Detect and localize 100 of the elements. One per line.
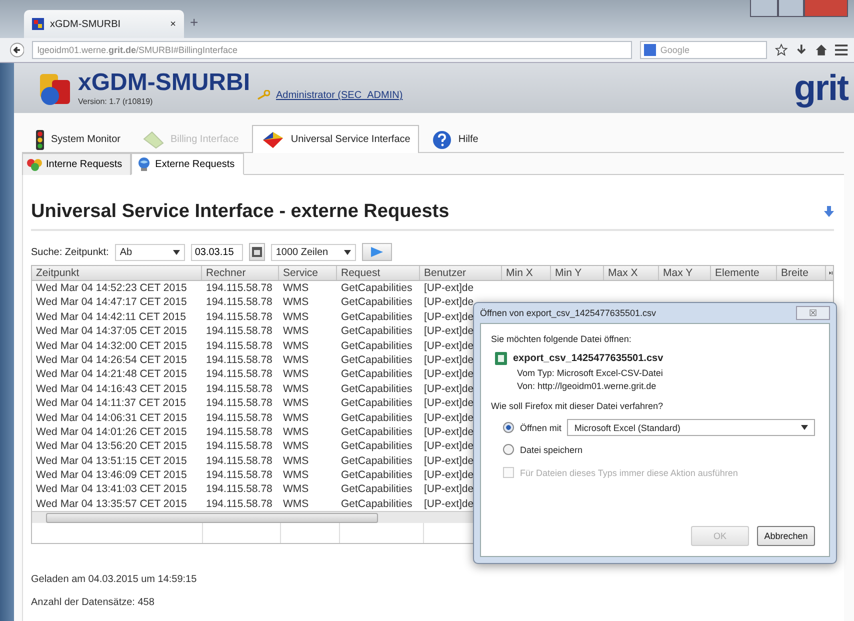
date-field[interactable]: 03.03.15 bbox=[190, 244, 243, 260]
close-tab-button[interactable]: × bbox=[170, 18, 176, 30]
table-cell: GetCapabilities bbox=[341, 469, 412, 482]
file-type: Vom Typ: Microsoft Excel-CSV-Datei bbox=[516, 368, 664, 378]
column-header[interactable]: Min Y bbox=[551, 266, 604, 280]
table-cell: [UP-ext]de bbox=[424, 296, 474, 308]
table-cell: WMS bbox=[283, 412, 309, 424]
user-link[interactable]: Administrator (SEC_ADMIN) bbox=[276, 90, 403, 101]
dialog-button[interactable]: Abbrechen bbox=[757, 526, 815, 546]
globe-icon bbox=[136, 157, 152, 171]
dialog-intro: Sie möchten folgende Datei öffnen: bbox=[491, 334, 632, 344]
table-cell: GetCapabilities bbox=[341, 426, 412, 438]
table-cell: WMS bbox=[283, 397, 309, 410]
table-cell: [UP-ext]de bbox=[424, 325, 474, 338]
download-arrow-icon[interactable] bbox=[824, 206, 834, 218]
table-cell: 194.115.58.78 bbox=[206, 498, 272, 510]
column-header[interactable]: Breite bbox=[777, 266, 826, 280]
column-header[interactable]: Rechner bbox=[202, 266, 279, 280]
home-icon[interactable] bbox=[814, 43, 828, 57]
table-cell: GetCapabilities bbox=[341, 296, 412, 308]
column-header[interactable]: Service bbox=[279, 266, 337, 280]
option-label[interactable]: Datei speichern bbox=[520, 444, 583, 454]
column-header[interactable]: Max Y bbox=[659, 266, 711, 280]
table-cell: 194.115.58.78 bbox=[206, 426, 272, 438]
table-cell: WMS bbox=[283, 310, 309, 323]
new-tab-button[interactable]: + bbox=[190, 14, 198, 30]
calendar-icon bbox=[252, 247, 262, 257]
menu-icon[interactable] bbox=[835, 44, 848, 56]
radio-button[interactable] bbox=[503, 422, 514, 433]
table-cell: WMS bbox=[283, 440, 309, 452]
table-cell: 194.115.58.78 bbox=[206, 440, 272, 452]
column-header[interactable]: Request bbox=[337, 266, 420, 280]
option-label[interactable]: Öffnen mit bbox=[520, 422, 562, 432]
tab-title: xGDM-SMURBI bbox=[50, 18, 122, 30]
star-icon[interactable] bbox=[775, 43, 788, 57]
table-cell: GetCapabilities bbox=[341, 368, 412, 380]
table-cell: 194.115.58.78 bbox=[206, 454, 272, 467]
table-cell: [UP-ext]de bbox=[424, 382, 474, 395]
column-header[interactable]: Benutzer bbox=[420, 266, 502, 280]
radio-button[interactable] bbox=[503, 444, 514, 455]
table-cell: GetCapabilities bbox=[341, 325, 412, 338]
table-cell: WMS bbox=[283, 454, 309, 467]
table-cell: [UP-ext]de bbox=[424, 498, 474, 510]
key-icon bbox=[256, 90, 270, 100]
file-source: Von: http://lgeoidm01.werne.grit.de bbox=[516, 381, 658, 391]
table-cell: GetCapabilities bbox=[341, 483, 412, 496]
column-header[interactable]: Zeitpunkt bbox=[32, 266, 202, 280]
caret-icon bbox=[801, 425, 808, 430]
table-cell: [UP-ext]de bbox=[424, 397, 474, 410]
table-cell: 194.115.58.78 bbox=[206, 412, 272, 424]
column-header[interactable]: Elemente bbox=[711, 266, 777, 280]
close-button[interactable]: ☒ bbox=[796, 306, 830, 320]
help-icon bbox=[432, 130, 452, 150]
table-cell: WMS bbox=[283, 498, 309, 510]
back-icon[interactable] bbox=[10, 42, 24, 58]
table-cell: Wed Mar 04 14:06:31 CET 2015 bbox=[36, 412, 187, 424]
table-cell: Wed Mar 04 14:32:00 CET 2015 bbox=[36, 340, 187, 352]
table-cell: WMS bbox=[283, 354, 309, 366]
table-cell: Wed Mar 04 14:11:37 CET 2015 bbox=[36, 397, 186, 410]
table-cell: 194.115.58.78 bbox=[206, 354, 272, 366]
table-cell: GetCapabilities bbox=[341, 382, 412, 395]
browser-tab[interactable]: xGDM-SMURBI × bbox=[24, 10, 184, 38]
table-cell: WMS bbox=[283, 368, 309, 380]
caret-icon bbox=[344, 250, 351, 254]
column-header[interactable]: Max X bbox=[604, 266, 659, 280]
table-cell: Wed Mar 04 13:41:03 CET 2015 bbox=[36, 483, 187, 496]
table-cell: [UP-ext]de bbox=[424, 469, 474, 482]
address-field[interactable]: lgeoidm01.werne.grit.de/SMURBI#BillingInterface bbox=[32, 41, 632, 59]
table-cell: WMS bbox=[283, 382, 309, 395]
table-cell: Wed Mar 04 14:52:23 CET 2015 bbox=[36, 282, 187, 294]
app-name: xGDM-SMURBI bbox=[78, 70, 250, 94]
calendar-button[interactable] bbox=[248, 243, 265, 261]
table-cell: GetCapabilities bbox=[341, 354, 412, 366]
table-cell: [UP-ext]de bbox=[424, 340, 474, 352]
main-tab[interactable]: Universal Service Interface bbox=[252, 125, 420, 153]
rows-select[interactable]: 1000 Zeilen bbox=[270, 244, 356, 260]
sub-tab[interactable]: Externe Requests bbox=[131, 153, 244, 175]
search-engine-icon bbox=[644, 44, 656, 56]
column-header[interactable]: Min X bbox=[502, 266, 551, 280]
traffic-light-icon bbox=[35, 130, 45, 150]
download-icon[interactable] bbox=[796, 43, 807, 57]
table-cell: Wed Mar 04 14:26:54 CET 2015 bbox=[36, 354, 187, 366]
sub-tab[interactable]: Interne Requests bbox=[22, 153, 132, 175]
table-cell: WMS bbox=[283, 340, 309, 352]
search-field[interactable]: Google bbox=[640, 41, 768, 59]
table-cell: Wed Mar 04 14:01:26 CET 2015 bbox=[36, 426, 187, 438]
main-tab[interactable]: Hilfe bbox=[423, 125, 488, 153]
minimize-button[interactable] bbox=[750, 0, 778, 17]
table-cell: [UP-ext]de bbox=[424, 282, 474, 294]
search-label: Suche: Zeitpunkt: bbox=[31, 246, 109, 258]
table-cell: 194.115.58.78 bbox=[206, 296, 272, 308]
table-cell: GetCapabilities bbox=[341, 454, 412, 467]
application-select[interactable]: Microsoft Excel (Standard) bbox=[567, 419, 815, 436]
table-cell: WMS bbox=[283, 469, 309, 482]
table-cell: GetCapabilities bbox=[341, 310, 412, 323]
maximize-button[interactable] bbox=[778, 0, 804, 17]
main-tab[interactable]: System Monitor bbox=[26, 125, 130, 153]
mode-select[interactable]: Ab bbox=[114, 244, 185, 260]
search-button[interactable] bbox=[362, 243, 392, 261]
table-cell: 194.115.58.78 bbox=[206, 340, 272, 352]
